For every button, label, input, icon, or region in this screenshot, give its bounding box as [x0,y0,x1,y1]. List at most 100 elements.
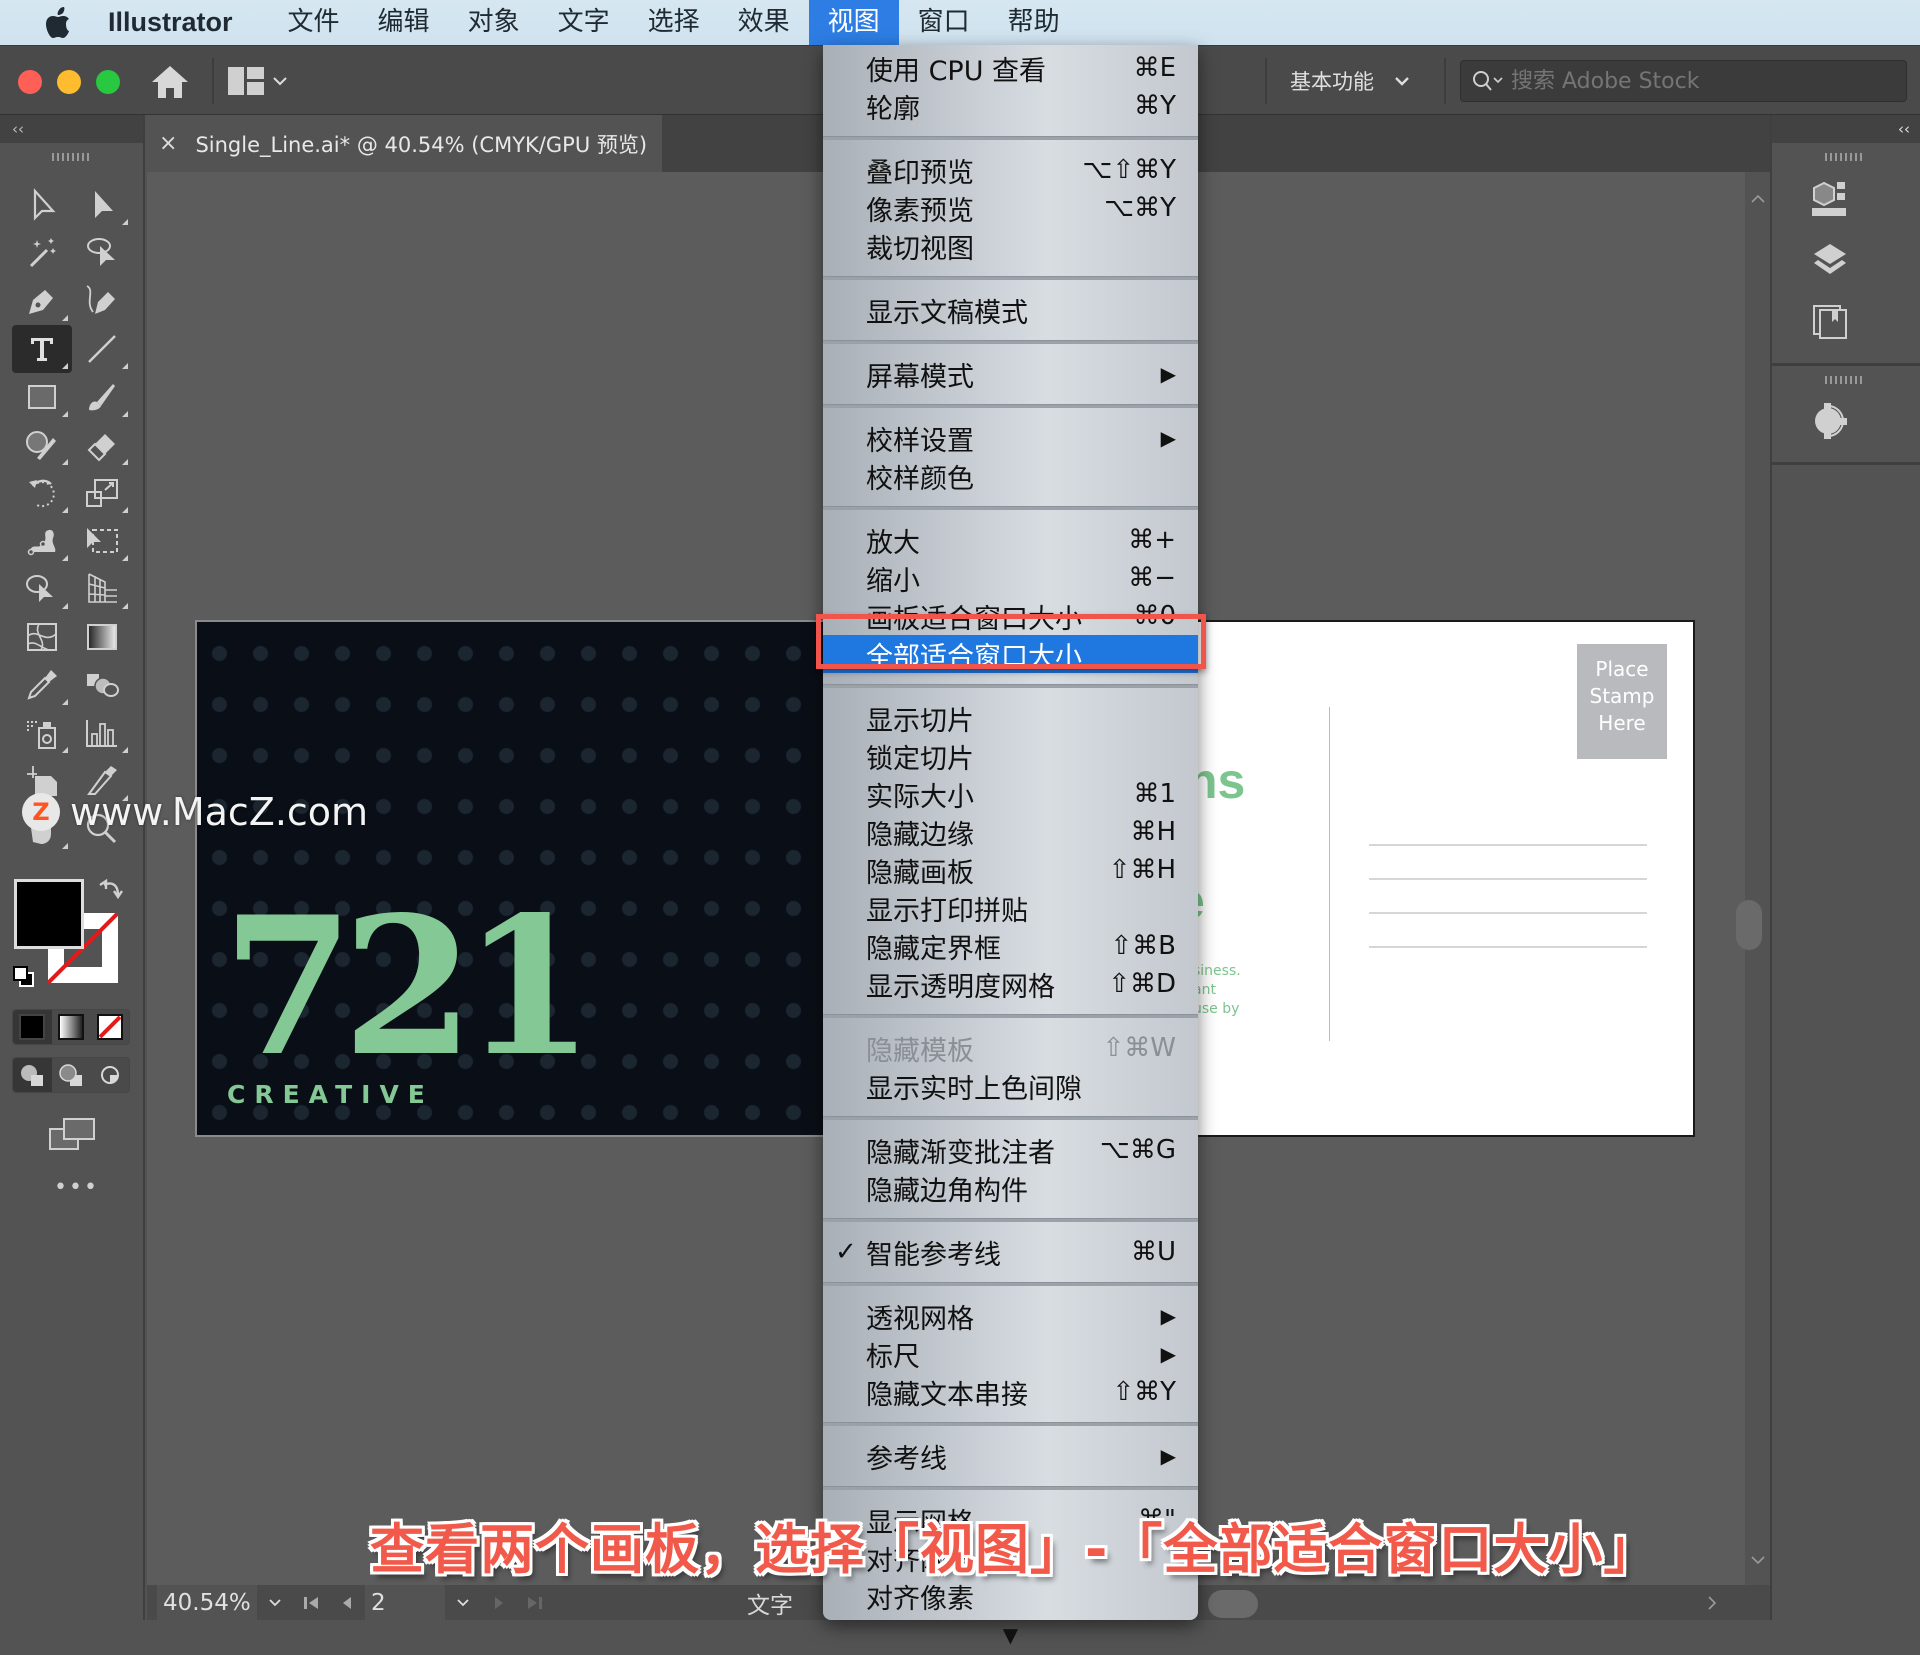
column-graph-tool[interactable] [72,709,132,757]
default-fill-stroke-icon[interactable] [12,965,36,989]
menu-item[interactable]: ✓ 智能参考线 ⌘U [823,1233,1198,1271]
scroll-right-icon[interactable] [1707,1595,1717,1611]
menu-item[interactable]: 叠印预览 ⌥⇧⌘Y [823,151,1198,189]
lasso-tool[interactable] [72,229,132,277]
eyedropper-tool[interactable] [12,661,72,709]
collapse-dock-button[interactable]: ‹‹ [1772,115,1920,143]
panel-grip[interactable] [1825,376,1865,384]
menu-edit[interactable]: 编辑 [359,0,449,45]
panel-grip[interactable] [51,153,92,161]
menu-item[interactable]: 显示文稿模式 [823,291,1198,329]
mesh-tool[interactable] [12,613,72,661]
edit-toolbar-button[interactable]: ••• [54,1175,143,1200]
eraser-tool[interactable] [72,421,132,469]
vertical-scroll-thumb[interactable] [1736,900,1762,950]
artboard-dropdown[interactable] [445,1585,481,1620]
menu-item[interactable]: 使用 CPU 查看 ⌘E [823,49,1198,87]
menu-item[interactable]: 显示透明度网格 ⇧⌘D [823,965,1198,1003]
selection-tool[interactable] [12,181,72,229]
symbol-sprayer-tool[interactable] [12,709,72,757]
last-artboard-button[interactable] [517,1585,553,1620]
arrange-documents-button[interactable] [228,64,298,98]
menu-item[interactable]: 标尺 ▶ [823,1335,1198,1373]
fill-swatch[interactable] [14,879,84,949]
menu-item[interactable]: 校样颜色 [823,457,1198,495]
menu-object[interactable]: 对象 [449,0,539,45]
zoom-dropdown[interactable] [257,1585,293,1620]
artboard-number-field[interactable]: 2 [365,1585,445,1620]
zoom-level-field[interactable]: 40.54% [157,1585,257,1620]
artboard-721-creative[interactable]: 721 CREATIVE [195,620,827,1137]
menu-item[interactable]: 放大 ⌘+ [823,521,1198,559]
menu-select[interactable]: 选择 [629,0,719,45]
curvature-tool[interactable] [72,277,132,325]
menu-file[interactable]: 文件 [269,0,359,45]
properties-panel-button[interactable] [1800,396,1860,446]
menu-item[interactable]: 隐藏画板 ⇧⌘H [823,851,1198,889]
menu-item[interactable]: 缩小 ⌘− [823,559,1198,597]
menu-type[interactable]: 文字 [539,0,629,45]
perspective-grid-tool[interactable] [72,565,132,613]
previous-artboard-button[interactable] [329,1585,365,1620]
menu-help[interactable]: 帮助 [989,0,1079,45]
gradient-tool[interactable] [72,613,132,661]
document-tab[interactable]: × Single_Line.ai* @ 40.54% (CMYK/GPU 预览) [147,115,662,172]
pen-tool[interactable] [12,277,72,325]
menu-item[interactable]: 显示打印拼贴 [823,889,1198,927]
menu-item[interactable]: 校样设置 ▶ [823,419,1198,457]
color-button[interactable] [13,1010,52,1044]
magic-wand-tool[interactable] [12,229,72,277]
menu-item[interactable]: 隐藏边角构件 [823,1169,1198,1207]
free-transform-tool[interactable] [72,517,132,565]
shape-builder-tool[interactable] [12,565,72,613]
menu-item[interactable]: 像素预览 ⌥⌘Y [823,189,1198,227]
menu-view[interactable]: 视图 [808,0,899,45]
menu-item[interactable]: 屏幕模式 ▶ [823,355,1198,393]
menu-item[interactable]: 隐藏文本串接 ⇧⌘Y [823,1373,1198,1411]
shaper-tool[interactable] [12,421,72,469]
menu-item[interactable]: 隐藏边缘 ⌘H [823,813,1198,851]
layers-panel-button[interactable] [1800,235,1860,285]
type-tool[interactable] [12,325,72,373]
menu-item[interactable]: 实际大小 ⌘1 [823,775,1198,813]
gradient-button[interactable] [52,1010,91,1044]
first-artboard-button[interactable] [293,1585,329,1620]
workspace-switcher[interactable]: 基本功能 [1290,58,1410,104]
menu-item[interactable]: 透视网格 ▶ [823,1297,1198,1335]
menu-item[interactable]: 锁定切片 [823,737,1198,775]
collapse-toolbar-button[interactable]: ‹‹ [0,115,143,143]
menu-item[interactable]: 显示实时上色间隙 [823,1067,1198,1105]
artboards-panel-button[interactable] [1800,297,1860,347]
direct-selection-tool[interactable] [72,181,132,229]
scroll-down-icon[interactable] [1750,1555,1766,1565]
menu-item[interactable]: 轮廓 ⌘Y [823,87,1198,125]
artboard-postcard-back[interactable]: ns e siness. ant use by Place Stamp Here [1195,620,1695,1137]
menu-window[interactable]: 窗口 [899,0,989,45]
close-window-button[interactable] [18,70,42,94]
rectangle-tool[interactable] [12,373,72,421]
stock-search-input[interactable] [1511,68,1891,94]
zoom-window-button[interactable] [96,70,120,94]
status-text[interactable]: 文字 [747,1586,793,1620]
draw-behind-button[interactable] [52,1058,91,1092]
panel-grip[interactable] [1825,153,1865,161]
libraries-panel-button[interactable] [1800,173,1860,223]
blend-tool[interactable] [72,661,132,709]
menu-item[interactable]: 裁切视图 [823,227,1198,265]
vertical-scrollbar[interactable] [1745,172,1770,1585]
next-artboard-button[interactable] [481,1585,517,1620]
close-tab-icon[interactable]: × [159,131,177,156]
menu-effect[interactable]: 效果 [719,0,809,45]
line-segment-tool[interactable] [72,325,132,373]
scale-tool[interactable] [72,469,132,517]
menu-item[interactable]: 显示切片 [823,699,1198,737]
puppet-warp-tool[interactable] [12,517,72,565]
menu-scroll-down-icon[interactable]: ▼ [823,1615,1198,1655]
draw-inside-button[interactable] [90,1058,129,1092]
apple-menu-icon[interactable] [40,6,80,38]
none-button[interactable] [90,1010,129,1044]
rotate-tool[interactable] [12,469,72,517]
adobe-stock-search[interactable] [1460,60,1907,102]
home-button[interactable] [150,64,190,100]
screen-mode-icon[interactable] [48,1117,96,1151]
